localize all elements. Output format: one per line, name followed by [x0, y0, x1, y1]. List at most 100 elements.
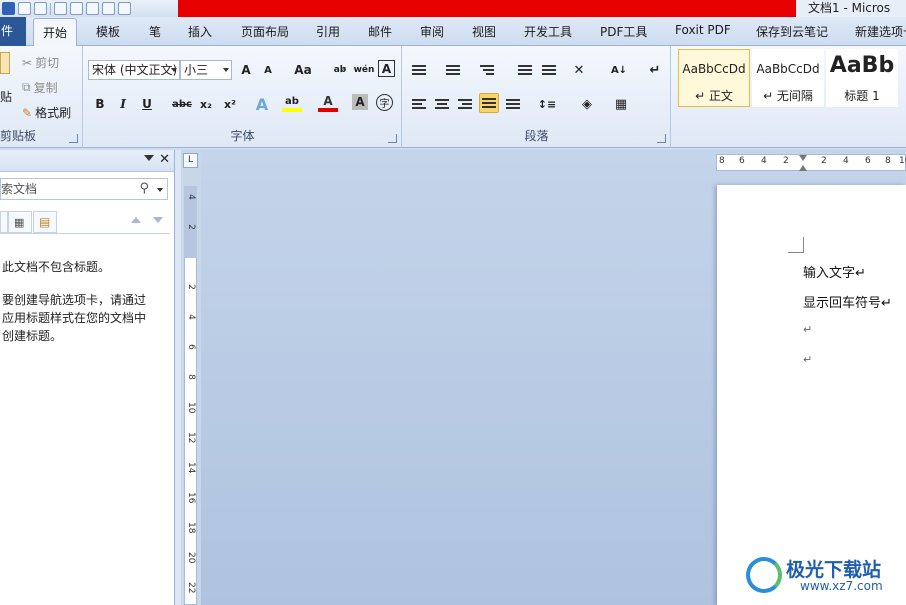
customize-qat-icon[interactable]	[118, 2, 131, 15]
site-watermark: 极光下载站 www.xz7.com	[746, 553, 906, 597]
distributed-icon[interactable]	[503, 94, 523, 114]
shading-icon[interactable]: ◈	[577, 94, 597, 114]
superscript-icon[interactable]: x²	[220, 94, 240, 114]
search-icon[interactable]: ⚲	[139, 179, 149, 199]
grow-font-icon[interactable]: A	[236, 60, 256, 80]
new-document-icon[interactable]	[54, 2, 67, 15]
cut-button[interactable]: ✂ 剪切	[22, 54, 59, 71]
document-line-2[interactable]: 显示回车符号↵	[803, 292, 892, 311]
paste-label: 贴	[0, 90, 13, 104]
tab-review[interactable]: 审阅	[420, 23, 444, 40]
underline-icon[interactable]: U	[137, 94, 157, 114]
enclose-characters-icon[interactable]: 字	[376, 94, 393, 111]
horizontal-ruler-label: 10	[899, 156, 906, 166]
style-normal[interactable]: AaBbCcDd ↵ 正文	[678, 49, 750, 107]
horizontal-ruler-label: 6	[865, 156, 871, 166]
tab-file[interactable]: 件	[0, 17, 26, 46]
tab-browse-headings[interactable]	[0, 211, 8, 233]
tab-browse-results[interactable]: ▤	[33, 211, 57, 233]
font-dialog-launcher[interactable]	[388, 134, 397, 143]
hanging-indent-marker[interactable]	[799, 165, 807, 171]
hint-line-1: 要创建导航选项卡，请通过	[2, 293, 147, 307]
paragraph-dialog-launcher[interactable]	[657, 134, 666, 143]
redo-icon[interactable]	[34, 2, 47, 15]
horizontal-ruler-label: 4	[843, 156, 849, 166]
tab-home[interactable]: 开始	[33, 18, 78, 46]
document-line-3[interactable]: ↵	[803, 323, 812, 336]
tab-insert[interactable]: 插入	[188, 23, 212, 40]
change-case-icon[interactable]: Aa	[290, 60, 316, 80]
copy-button[interactable]: ⧉ 复制	[22, 79, 58, 96]
tab-developer[interactable]: 开发工具	[524, 23, 572, 40]
previous-heading-icon[interactable]	[131, 217, 141, 223]
font-color-icon[interactable]: A	[318, 94, 338, 112]
tab-foxit-pdf[interactable]: Foxit PDF	[675, 23, 731, 37]
vertical-ruler-label: 14	[186, 462, 196, 474]
text-effects-icon[interactable]: A	[252, 94, 272, 114]
chinese-layout-icon[interactable]: ✕	[569, 60, 589, 80]
chevron-down-icon[interactable]	[157, 188, 163, 192]
font-name-combo[interactable]: 宋体 (中文正文)	[88, 60, 180, 80]
highlight-icon[interactable]: ab	[282, 94, 302, 112]
tab-references[interactable]: 引用	[316, 23, 340, 40]
tab-pen[interactable]: 笔	[149, 23, 161, 40]
tab-page-layout[interactable]: 页面布局	[241, 23, 289, 40]
align-center-icon[interactable]	[432, 94, 452, 114]
tab-mailings[interactable]: 邮件	[368, 23, 392, 40]
numbering-icon[interactable]	[443, 60, 463, 80]
subscript-icon[interactable]: x₂	[196, 94, 216, 114]
sort-icon[interactable]: A↓	[609, 60, 629, 80]
line-spacing-icon[interactable]: ↕≡	[537, 94, 557, 114]
italic-icon[interactable]: I	[113, 94, 133, 114]
bold-icon[interactable]: B	[90, 94, 110, 114]
clear-format-icon[interactable]: ab̷	[330, 60, 350, 80]
justify-icon[interactable]	[479, 93, 499, 113]
pane-menu-icon[interactable]	[144, 155, 154, 161]
clipboard-dialog-launcher[interactable]	[69, 134, 78, 143]
shrink-font-icon[interactable]: A	[258, 60, 278, 80]
format-painter-button[interactable]: ✎ 格式刷	[22, 104, 71, 121]
vertical-ruler-label: 10	[186, 402, 196, 414]
document-page[interactable]	[717, 185, 906, 605]
save-icon[interactable]	[2, 2, 15, 15]
clipboard-group: 贴 ✂ 剪切 ⧉ 复制 ✎ 格式刷 剪贴板	[0, 46, 83, 148]
close-icon[interactable]: ✕	[159, 152, 170, 167]
increase-indent-icon[interactable]	[539, 60, 559, 80]
tab-template[interactable]: 模板	[96, 23, 120, 40]
tab-selector[interactable]: L	[183, 153, 198, 168]
paragraph-group-label: 段落	[524, 129, 549, 143]
align-left-icon[interactable]	[409, 94, 429, 114]
tab-new-tab[interactable]: 新建选项卡	[855, 23, 906, 40]
bullets-icon[interactable]	[409, 60, 429, 80]
borders-icon[interactable]: ▦	[611, 94, 631, 114]
undo-icon[interactable]	[18, 2, 31, 15]
align-right-icon[interactable]	[455, 94, 475, 114]
next-heading-icon[interactable]	[153, 217, 163, 223]
search-document-input[interactable]: 索文档 ⚲	[0, 178, 168, 200]
tab-pdf-tools[interactable]: PDF工具	[600, 23, 647, 40]
strikethrough-icon[interactable]: abc	[170, 94, 194, 114]
layout-icon[interactable]	[102, 2, 115, 15]
font-size-combo[interactable]: 小三	[180, 60, 232, 80]
phonetic-guide-icon[interactable]: wén	[354, 60, 375, 80]
style-heading-1[interactable]: AaBb 标题 1	[826, 49, 898, 107]
quick-access-toolbar	[0, 0, 178, 17]
document-line-1[interactable]: 输入文字↵	[803, 262, 866, 281]
multilevel-list-icon[interactable]	[477, 60, 497, 80]
show-formatting-marks-icon[interactable]: ↵	[645, 60, 665, 80]
open-icon[interactable]	[86, 2, 99, 15]
tab-browse-pages[interactable]: ▦	[8, 211, 32, 233]
tab-view[interactable]: 视图	[472, 23, 496, 40]
character-shading-icon[interactable]: A	[352, 94, 368, 110]
navigation-pane-header: ✕	[0, 150, 174, 172]
tab-save-to-cloud-notes[interactable]: 保存到云笔记	[756, 23, 828, 40]
decrease-indent-icon[interactable]	[515, 60, 535, 80]
print-preview-icon[interactable]	[70, 2, 83, 15]
horizontal-ruler-label: 2	[821, 156, 827, 166]
vertical-ruler-label: 12	[186, 432, 196, 444]
character-border-icon[interactable]: A	[378, 60, 395, 77]
first-line-indent-marker[interactable]	[799, 155, 807, 161]
document-line-4[interactable]: ↵	[803, 353, 812, 366]
paste-icon[interactable]	[0, 52, 10, 74]
style-no-spacing[interactable]: AaBbCcDd ↵ 无间隔	[752, 49, 824, 107]
